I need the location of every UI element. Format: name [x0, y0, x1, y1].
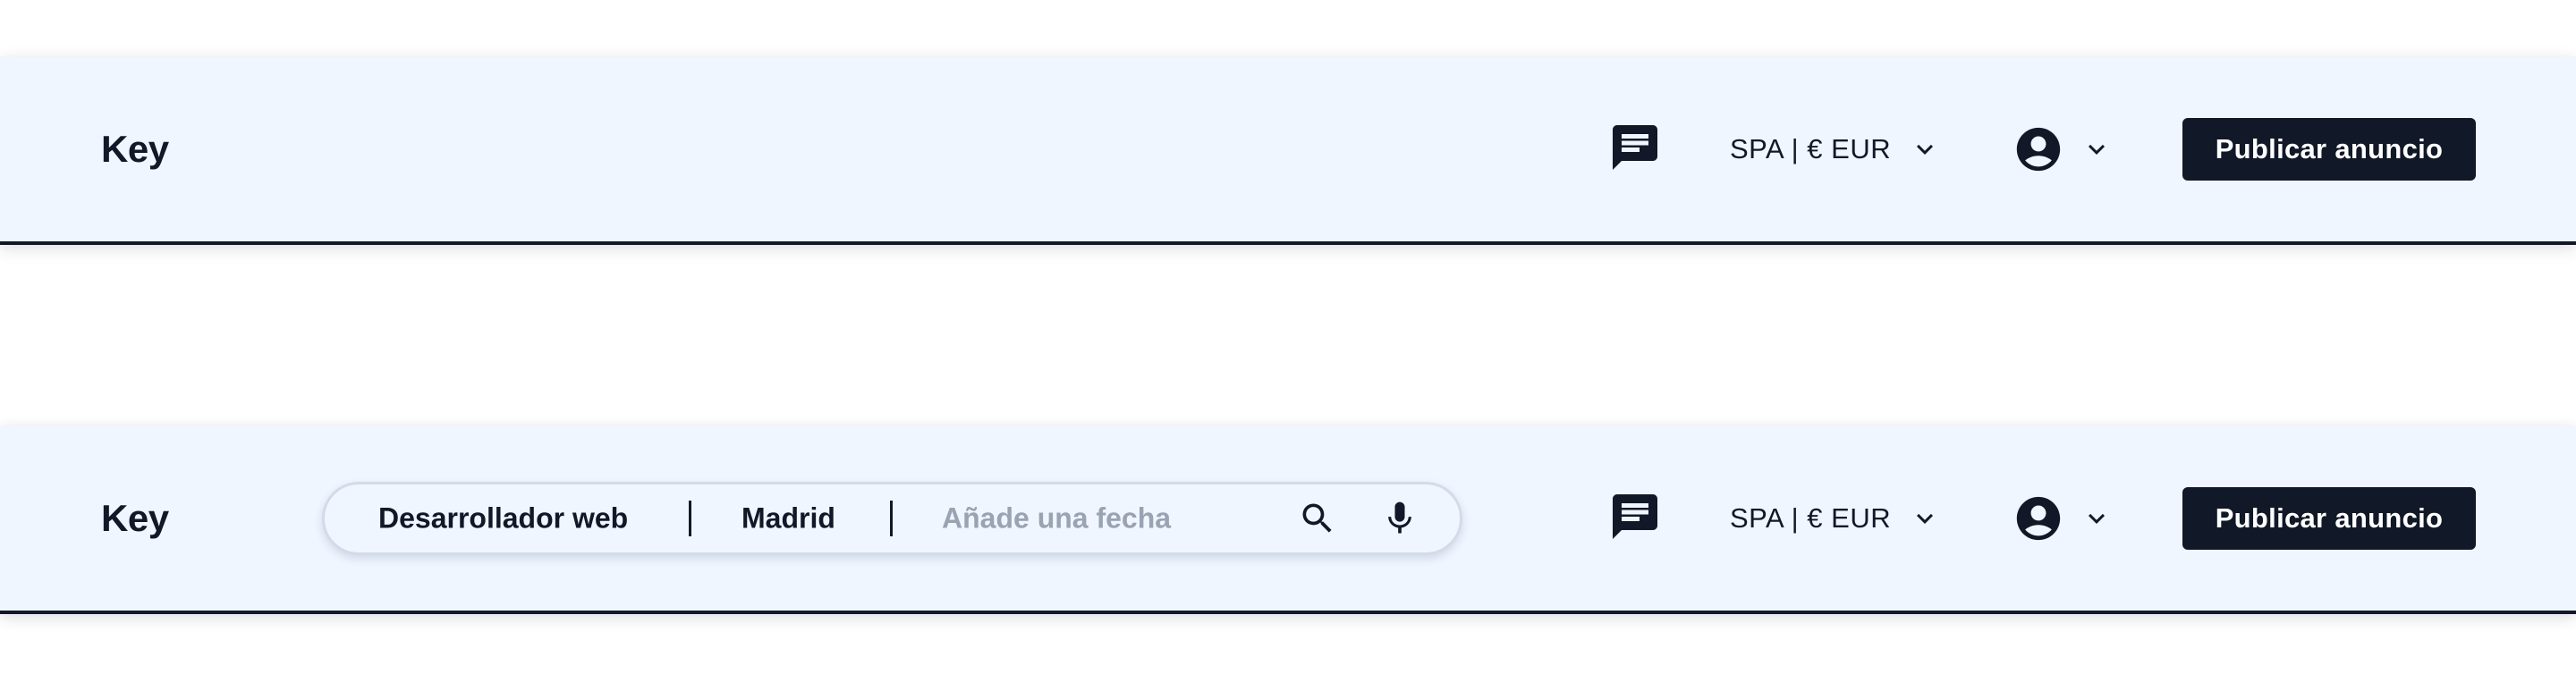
logo[interactable]: Key	[101, 497, 169, 540]
language-currency-label: SPA | € EUR	[1730, 502, 1892, 534]
search-divider	[890, 501, 893, 536]
chevron-down-icon	[1909, 502, 1941, 535]
language-currency-label: SPA | € EUR	[1730, 133, 1892, 164]
chat-icon	[1608, 490, 1662, 548]
messages-button[interactable]	[1608, 122, 1662, 176]
microphone-icon[interactable]	[1380, 499, 1419, 538]
publish-ad-button[interactable]: Publicar anuncio	[2182, 118, 2476, 181]
account-circle-icon	[2012, 493, 2064, 544]
account-menu-button[interactable]	[2012, 493, 2113, 544]
search-icon[interactable]	[1298, 499, 1337, 538]
chat-icon	[1608, 121, 1662, 179]
search-role-field[interactable]: Desarrollador web	[378, 502, 628, 535]
page: Key SPA | € EUR Publicar anuncio Key Des…	[0, 0, 2576, 674]
account-menu-button[interactable]	[2012, 123, 2113, 175]
publish-ad-button[interactable]: Publicar anuncio	[2182, 487, 2476, 550]
account-circle-icon	[2012, 123, 2064, 175]
chevron-down-icon	[2080, 502, 2113, 535]
navbar-with-search: Key Desarrollador web Madrid Añade una f…	[0, 426, 2576, 614]
language-currency-selector[interactable]: SPA | € EUR	[1730, 133, 1941, 165]
messages-button[interactable]	[1608, 492, 1662, 545]
navbar-default: Key SPA | € EUR Publicar anuncio	[0, 57, 2576, 245]
search-date-field[interactable]: Añade una fecha	[942, 502, 1171, 535]
chevron-down-icon	[1909, 133, 1941, 165]
search-location-field[interactable]: Madrid	[741, 502, 835, 535]
logo[interactable]: Key	[101, 128, 169, 171]
language-currency-selector[interactable]: SPA | € EUR	[1730, 502, 1941, 535]
search-bar: Desarrollador web Madrid Añade una fecha	[322, 482, 1462, 555]
chevron-down-icon	[2080, 133, 2113, 165]
search-divider	[689, 501, 691, 536]
